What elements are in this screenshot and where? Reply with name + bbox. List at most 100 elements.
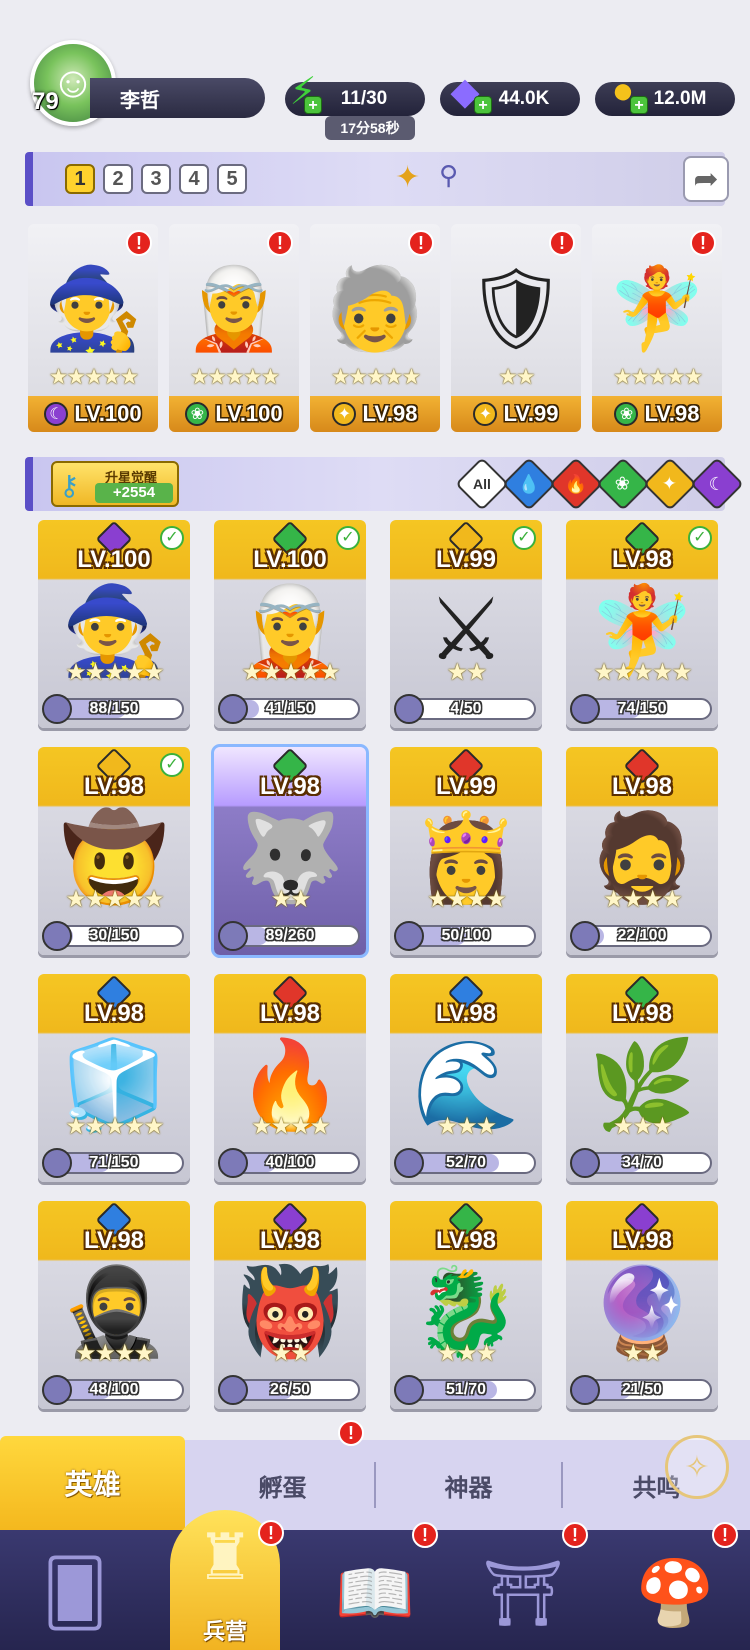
hero-card[interactable]: 👹 LV.98 ★★ 26/50: [214, 1201, 366, 1409]
shard-icon: [42, 1375, 72, 1405]
hero-card[interactable]: 🧊 LV.98 ★★★★★ 71/150: [38, 974, 190, 1182]
team-tab-4[interactable]: 4: [179, 164, 209, 194]
search-icon[interactable]: ⚲: [439, 160, 458, 191]
hero-card[interactable]: 🧚 LV.98 ✓ ★★★★★ 74/150: [566, 520, 718, 728]
share-icon: ➦: [693, 162, 719, 196]
hero-stars: ★★★: [612, 1113, 674, 1140]
mushroom-alert-badge: !: [712, 1522, 738, 1548]
hero-stars: ★★★★★: [65, 886, 165, 913]
hero-card[interactable]: 🔥 LV.98 ★★★★ 40/100: [214, 974, 366, 1182]
hero-stars: ★★★★★: [189, 364, 281, 389]
leaf-icon: ❀: [615, 473, 631, 494]
team-tab-2[interactable]: 2: [103, 164, 133, 194]
fire-icon: 🔥: [564, 473, 588, 494]
hero-level: LV.100: [74, 401, 142, 426]
tab-heroes[interactable]: 英雄: [0, 1436, 185, 1530]
tab-artifact[interactable]: 神器: [376, 1440, 561, 1530]
hero-stars: ★★★★★: [65, 659, 165, 686]
sparkle-button[interactable]: ✧: [665, 1435, 729, 1499]
shard-progress: 89/260: [218, 921, 360, 951]
nav-book[interactable]: 📖: [330, 1548, 420, 1638]
cards-icon: 🂠: [42, 1556, 108, 1629]
hero-card[interactable]: 🧔 LV.98 ★★★★ 22/100: [566, 747, 718, 955]
hero-card[interactable]: 🔮 LV.98 ★★ 21/50: [566, 1201, 718, 1409]
awaken-button[interactable]: ⚷ 升星觉醒 +2554: [51, 461, 179, 507]
hero-level: LV.98: [611, 1000, 673, 1027]
hero-card[interactable]: 🌿 LV.98 ★★★ 34/70: [566, 974, 718, 1182]
dark-element-icon: ☾: [44, 402, 69, 426]
awaken-count: +2554: [95, 483, 173, 503]
hero-card[interactable]: 🧙 LV.100 ✓ ★★★★★ 88/150: [38, 520, 190, 728]
shard-icon: [218, 1148, 248, 1178]
nav-shrine[interactable]: ⛩: [478, 1548, 568, 1638]
team-tab-3[interactable]: 3: [141, 164, 171, 194]
shard-icon: [394, 1148, 424, 1178]
add-gold-button[interactable]: +: [630, 96, 648, 114]
shard-icon: [394, 921, 424, 951]
hero-level: LV.99: [503, 401, 559, 426]
formation-icon[interactable]: ✦: [395, 160, 420, 195]
hero-stars: ★★★★: [602, 886, 683, 913]
hero-level: LV.100: [253, 546, 327, 573]
player-name-plate[interactable]: 李哲: [90, 78, 265, 118]
hero-level: LV.100: [215, 401, 283, 426]
shard-progress: 30/150: [42, 921, 184, 951]
subtab-bar: 英雄 孵蛋 神器 共鸣 !: [0, 1420, 750, 1530]
hero-card[interactable]: 🥷 LV.98 ★★★★ 48/100: [38, 1201, 190, 1409]
add-gems-button[interactable]: +: [474, 96, 492, 114]
deployed-check-icon: ✓: [688, 526, 712, 550]
shard-progress: 40/100: [218, 1148, 360, 1178]
hero-level: LV.98: [611, 546, 673, 573]
water-icon: 💧: [517, 473, 541, 494]
hero-stars: ★★: [446, 659, 487, 686]
player-name: 李哲: [120, 89, 160, 112]
light-element-icon: ✦: [473, 402, 498, 426]
hatch-alert-badge: !: [338, 1420, 364, 1446]
filter-all-button[interactable]: All: [455, 457, 509, 511]
hero-stars: ★★★★★: [612, 364, 704, 389]
shrine-alert-badge: !: [562, 1522, 588, 1548]
team-hero-alert-badge: !: [126, 230, 152, 256]
hero-level: LV.98: [611, 773, 673, 800]
hero-stars: ★★★★★: [593, 659, 693, 686]
hero-level: LV.98: [259, 1227, 321, 1254]
hero-level: LV.99: [435, 773, 497, 800]
nav-barracks-label: 兵营: [202, 1619, 247, 1644]
filter-nature-button[interactable]: ❀: [596, 457, 650, 511]
level-bar: ✦ LV.99: [451, 396, 581, 432]
hero-card[interactable]: 👸 LV.99 ★★★★ 50/100: [390, 747, 542, 955]
hero-card[interactable]: 🤠 LV.98 ✓ ★★★★★ 30/150: [38, 747, 190, 955]
filter-water-button[interactable]: 💧: [502, 457, 556, 511]
filter-light-button[interactable]: ✦: [643, 457, 697, 511]
hero-card[interactable]: ⚔ LV.99 ✓ ★★ 4/50: [390, 520, 542, 728]
sparkle-icon: ✧: [684, 1450, 710, 1484]
nature-element-icon: ❀: [185, 402, 210, 426]
shard-progress: 52/70: [394, 1148, 536, 1178]
hero-card[interactable]: 🐺 LV.98 ★★ 89/260: [211, 744, 369, 958]
team-hero-alert-badge: !: [408, 230, 434, 256]
nav-cards[interactable]: 🂠: [30, 1548, 120, 1638]
shard-icon: [570, 1148, 600, 1178]
share-button[interactable]: ➦: [683, 156, 729, 202]
hero-stars: ★★★★: [250, 1113, 331, 1140]
hero-filter-bar: ⚷ 升星觉醒 +2554 All 💧 🔥 ❀ ✦ ☾: [25, 457, 744, 511]
top-status-bar: ☺ 79 李哲 ⚡ + 11/30 17分58秒 ◆ + 44.0K ● + 1…: [0, 0, 750, 145]
key-icon: ⚷: [59, 470, 80, 501]
filter-fire-button[interactable]: 🔥: [549, 457, 603, 511]
hero-card[interactable]: 🧝 LV.100 ✓ ★★★★★ 41/150: [214, 520, 366, 728]
shard-progress: 4/50: [394, 694, 536, 724]
team-tab-1[interactable]: 1: [65, 164, 95, 194]
team-tab-5[interactable]: 5: [217, 164, 247, 194]
hero-level: LV.98: [362, 401, 418, 426]
shard-icon: [42, 694, 72, 724]
hero-stars: ★★: [622, 1340, 663, 1367]
add-energy-button[interactable]: +: [304, 96, 322, 114]
level-bar: ☾ LV.100: [28, 396, 158, 432]
shard-progress: 26/50: [218, 1375, 360, 1405]
hero-card[interactable]: 🐉 LV.98 ★★★ 51/70: [390, 1201, 542, 1409]
hero-card[interactable]: 🌊 LV.98 ★★★ 52/70: [390, 974, 542, 1182]
nav-mushroom[interactable]: 🍄: [630, 1548, 720, 1638]
hero-stars: ★★★: [436, 1113, 498, 1140]
filter-dark-button[interactable]: ☾: [690, 457, 744, 511]
hero-stars: ★★: [498, 364, 535, 389]
